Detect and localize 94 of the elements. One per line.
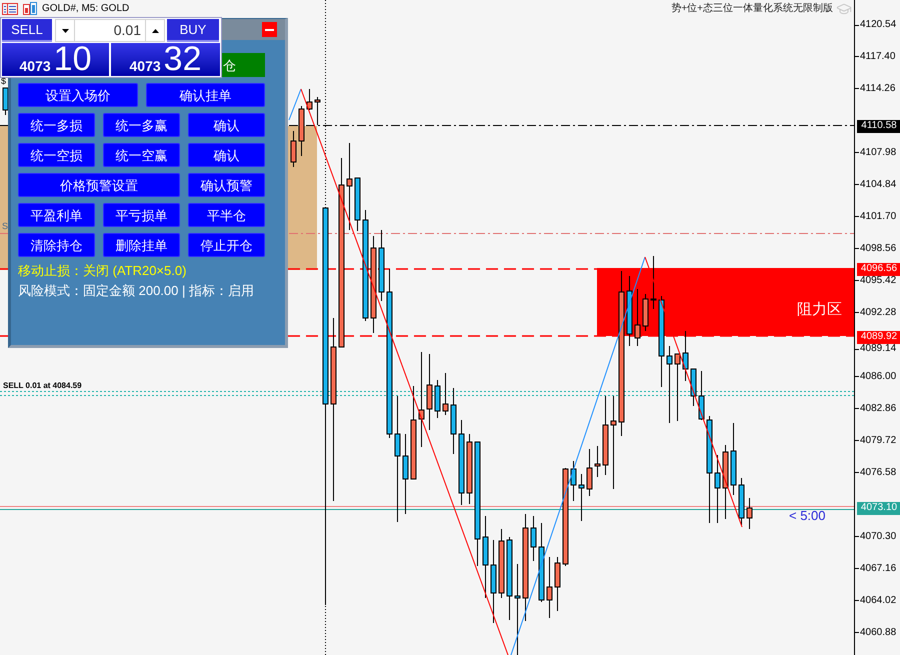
- panel-button[interactable]: 统一多赢: [103, 113, 180, 137]
- price-tick-label: 4064.02: [860, 594, 896, 607]
- price-tick-label: 4120.54: [860, 19, 896, 31]
- price-tick-label: 4092.28: [860, 306, 896, 319]
- price-tick-label: 4060.88: [860, 626, 896, 639]
- price-tick-label: 4117.40: [860, 50, 896, 63]
- candlestick: [434, 380, 440, 418]
- buy-button[interactable]: BUY: [167, 19, 219, 42]
- panel-button[interactable]: 删除挂单: [103, 233, 180, 257]
- candlestick: [714, 454, 720, 524]
- window-title: GOLD#, M5: GOLD: [42, 2, 130, 14]
- candlestick: [642, 294, 648, 332]
- price-marker: 4073.10: [857, 502, 900, 515]
- panel-button[interactable]: 确认预警: [188, 173, 265, 197]
- price-tick-label: 4079.72: [860, 434, 896, 447]
- candlestick: [530, 516, 536, 562]
- price-marker: 4096.56: [857, 262, 900, 276]
- price-tick-label: 4098.56: [860, 242, 896, 255]
- price-tick-label: 4107.98: [860, 146, 896, 159]
- volume-input[interactable]: 0.01: [75, 19, 145, 42]
- sell-price-base: 4073: [20, 59, 51, 73]
- panel-button[interactable]: 确认: [188, 143, 265, 167]
- chart-label: S: [2, 221, 8, 231]
- sell-button[interactable]: SELL: [2, 19, 52, 42]
- candlestick: [306, 88, 312, 110]
- price-tick-label: 4101.70: [860, 210, 896, 223]
- candlestick: [290, 130, 296, 168]
- price-marker: 4089.92: [857, 330, 900, 344]
- buy-price-base: 4073: [130, 59, 161, 73]
- panel-button[interactable]: 平盈利单: [18, 203, 95, 227]
- price-tick-label: 4114.26: [860, 82, 896, 95]
- indicator-caption: 势+位+态三位一体量化系统无限制版: [671, 2, 833, 16]
- order-label: SELL 0.01 at 4084.59: [3, 381, 82, 390]
- panel-button[interactable]: 仓: [222, 53, 265, 77]
- candlestick: [578, 474, 584, 522]
- panel-button[interactable]: 停止开仓: [188, 233, 265, 257]
- caret-up-icon: [152, 28, 158, 32]
- bar-chart-icon[interactable]: [23, 2, 37, 15]
- buy-price-pips: 32: [164, 42, 202, 76]
- panel-button[interactable]: 价格预警设置: [18, 173, 180, 197]
- candlestick: [554, 556, 560, 612]
- candlestick: [2, 88, 8, 116]
- panel-button[interactable]: 平半仓: [188, 203, 265, 227]
- status-text: 移动止损：关闭 (ATR20×5.0): [18, 262, 188, 280]
- candlestick: [746, 498, 752, 530]
- candlestick: [698, 370, 704, 420]
- panel-button[interactable]: 清除持仓: [18, 233, 95, 257]
- panel-button[interactable]: 设置入场价: [18, 83, 138, 107]
- caret-down-icon: [62, 28, 68, 32]
- status-text: 风险模式：固定金额 200.00 | 指标：启用: [18, 282, 255, 300]
- increase-volume-button[interactable]: [145, 19, 165, 42]
- candlestick: [498, 528, 504, 598]
- candlestick: [442, 372, 448, 416]
- candlestick: [570, 460, 576, 502]
- candlestick: [314, 96, 320, 126]
- candlestick: [690, 368, 696, 406]
- price-tick-label: 4086.00: [860, 370, 896, 383]
- panel-button[interactable]: 统一空损: [18, 143, 95, 167]
- bar-timer: < 5:00: [789, 508, 826, 523]
- minus-icon: [265, 28, 274, 30]
- panel-button[interactable]: 确认: [188, 113, 265, 137]
- candlestick: [626, 276, 632, 346]
- sell-price-pips: 10: [54, 42, 92, 76]
- close-button[interactable]: [262, 22, 277, 37]
- candlestick: [594, 446, 600, 478]
- panel-button[interactable]: 统一多损: [18, 113, 95, 137]
- price-tick-label: 4070.30: [860, 530, 896, 543]
- panel-button[interactable]: 统一空赢: [103, 143, 180, 167]
- price-tick-label: 4076.58: [860, 466, 896, 479]
- price-tick-label: 4104.84: [860, 178, 896, 191]
- price-marker: 4110.58: [857, 120, 900, 133]
- candlestick: [586, 448, 592, 496]
- candlestick: [634, 288, 640, 346]
- price-tick-label: 4067.16: [860, 562, 896, 575]
- panel-button[interactable]: 确认挂单: [146, 83, 265, 107]
- candlestick: [546, 556, 552, 618]
- candlestick: [674, 354, 680, 422]
- decrease-volume-button[interactable]: [55, 19, 75, 42]
- candlestick: [650, 256, 656, 310]
- panel-button[interactable]: 平亏损单: [103, 203, 180, 227]
- candlestick: [450, 388, 456, 454]
- candlestick: [682, 330, 688, 382]
- candlestick: [738, 478, 744, 526]
- candlestick: [298, 106, 304, 156]
- candlestick: [354, 178, 360, 232]
- candlestick: [378, 230, 384, 302]
- price-tick-label: 4082.86: [860, 402, 896, 415]
- list-icon[interactable]: [2, 2, 18, 14]
- chart-label: $: [1, 76, 6, 86]
- price-tick-label: 4095.42: [860, 274, 896, 287]
- graduation-cap-icon: [836, 1, 852, 17]
- price-tick-label: 4089.14: [860, 343, 896, 356]
- zone-label: 阻力区: [797, 301, 842, 318]
- candlestick: [466, 434, 472, 504]
